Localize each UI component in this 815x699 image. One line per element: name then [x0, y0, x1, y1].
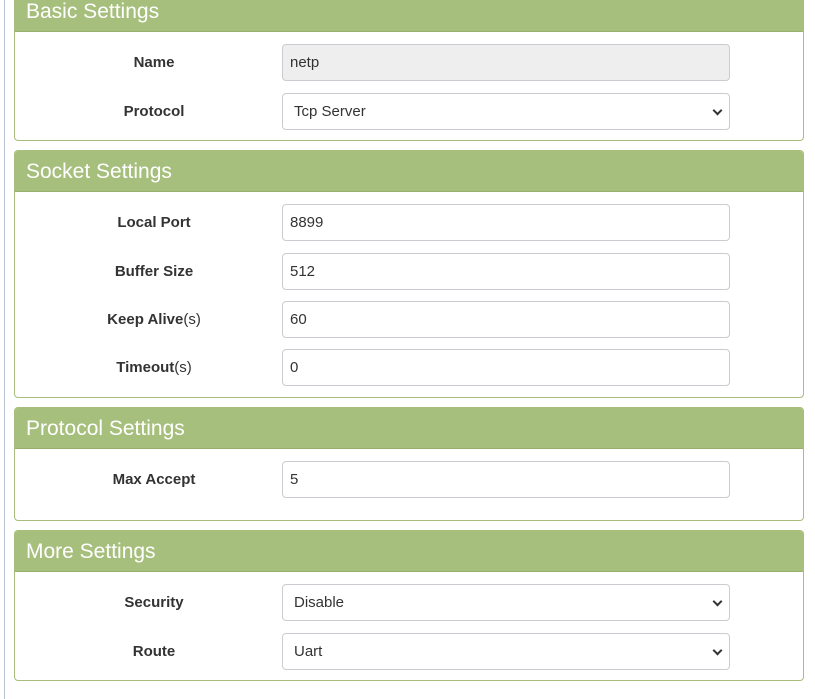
- max-accept-label: Max Accept: [112, 471, 196, 488]
- local-port-input[interactable]: 8899: [282, 204, 730, 241]
- name-row: Name netp: [15, 44, 803, 81]
- more-settings-panel: More Settings Security Disable Route Uar…: [14, 530, 804, 681]
- security-label: Security: [124, 594, 184, 611]
- chevron-down-icon: [712, 596, 723, 607]
- local-port-row: Local Port 8899: [15, 204, 803, 241]
- protocol-row: Protocol Tcp Server: [15, 93, 803, 130]
- chevron-down-icon: [712, 105, 723, 116]
- keep-alive-input[interactable]: 60: [282, 301, 730, 338]
- buffer-size-label: Buffer Size: [114, 263, 194, 280]
- buffer-size-input[interactable]: 512: [282, 253, 730, 290]
- timeout-row: Timeout(s) 0: [15, 349, 803, 386]
- max-accept-input[interactable]: 5: [282, 461, 730, 498]
- name-label: Name: [133, 54, 175, 71]
- timeout-label-wrap: Timeout(s): [15, 349, 293, 386]
- socket-settings-title: Socket Settings: [15, 151, 803, 192]
- protocol-select[interactable]: Tcp Server: [282, 93, 730, 130]
- security-row: Security Disable: [15, 584, 803, 621]
- more-settings-title: More Settings: [15, 531, 803, 572]
- route-select[interactable]: Uart: [282, 633, 730, 670]
- local-port-label: Local Port: [117, 214, 191, 231]
- page-left-border: [4, 0, 5, 699]
- route-label: Route: [132, 643, 176, 660]
- socket-settings-panel: Socket Settings Local Port 8899 Buffer S…: [14, 150, 804, 398]
- keep-alive-row: Keep Alive(s) 60: [15, 301, 803, 338]
- protocol-select-value: Tcp Server: [294, 103, 366, 120]
- basic-settings-title: Basic Settings: [15, 0, 803, 32]
- buffer-size-row: Buffer Size 512: [15, 253, 803, 290]
- timeout-unit: (s): [174, 359, 192, 376]
- max-accept-row: Max Accept 5: [15, 461, 803, 498]
- route-select-value: Uart: [294, 643, 323, 660]
- protocol-settings-title: Protocol Settings: [15, 408, 803, 449]
- chevron-down-icon: [712, 645, 723, 656]
- protocol-label: Protocol: [123, 103, 185, 120]
- basic-settings-panel: Basic Settings Name netp Protocol Tcp Se…: [14, 0, 804, 141]
- name-field[interactable]: netp: [282, 44, 730, 81]
- keep-alive-unit: (s): [183, 311, 201, 328]
- route-row: Route Uart: [15, 633, 803, 670]
- security-select[interactable]: Disable: [282, 584, 730, 621]
- timeout-label: Timeout: [116, 359, 175, 376]
- keep-alive-label-wrap: Keep Alive(s): [15, 301, 293, 338]
- protocol-settings-panel: Protocol Settings Max Accept 5: [14, 407, 804, 521]
- security-select-value: Disable: [294, 594, 345, 611]
- keep-alive-label: Keep Alive: [107, 311, 184, 328]
- timeout-input[interactable]: 0: [282, 349, 730, 386]
